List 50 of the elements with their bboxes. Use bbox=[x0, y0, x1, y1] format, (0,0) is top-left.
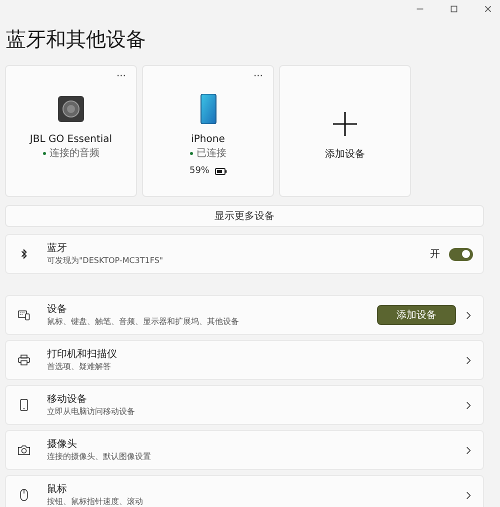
plus-icon bbox=[332, 111, 358, 137]
chevron-right-icon bbox=[466, 356, 471, 364]
device-card[interactable]: ··· iPhone 已连接 59% bbox=[142, 65, 274, 197]
toggle-state-label: 开 bbox=[430, 248, 440, 261]
device-name: 添加设备 bbox=[325, 148, 365, 161]
battery-icon bbox=[214, 168, 226, 174]
row-subtitle: 首选项、疑难解答 bbox=[47, 361, 112, 372]
settings-row[interactable]: 设备 鼠标、键盘、触笔、音频、显示器和扩展坞、其他设备 添加设备 bbox=[5, 295, 484, 335]
more-options-button[interactable]: ··· bbox=[253, 71, 263, 82]
device-card[interactable]: ··· JBL GO Essential 连接的音频 bbox=[5, 65, 137, 197]
row-title: 打印机和扫描仪 bbox=[47, 348, 118, 361]
device-status: 连接的音频 bbox=[50, 146, 100, 160]
bluetooth-title: 蓝牙 bbox=[47, 242, 68, 255]
settings-row[interactable]: 鼠标 按钮、鼠标指针速度、滚动 bbox=[5, 475, 484, 507]
page-title: 蓝牙和其他设备 bbox=[6, 26, 147, 53]
device-status: 已连接 bbox=[196, 146, 226, 160]
settings-row[interactable]: 移动设备 立即从电脑访问移动设备 bbox=[5, 385, 484, 425]
settings-row[interactable]: 摄像头 连接的摄像头、默认图像设置 bbox=[5, 430, 484, 470]
device-card[interactable]: 添加设备 bbox=[279, 65, 411, 197]
row-subtitle: 连接的摄像头、默认图像设置 bbox=[47, 451, 152, 462]
row-title: 移动设备 bbox=[47, 393, 88, 406]
chevron-right-icon bbox=[466, 490, 471, 500]
bluetooth-subtitle: 可发现为"DESKTOP-MC3T1FS" bbox=[47, 255, 164, 266]
row-subtitle: 按钮、鼠标指针速度、滚动 bbox=[47, 496, 144, 507]
mouse-icon bbox=[18, 489, 30, 501]
row-title: 设备 bbox=[47, 303, 68, 316]
device-name: JBL GO Essential bbox=[30, 134, 112, 145]
row-subtitle: 鼠标、键盘、触笔、音频、显示器和扩展坞、其他设备 bbox=[47, 316, 240, 327]
device-name: iPhone bbox=[191, 134, 225, 145]
keyboard-icon bbox=[18, 309, 30, 321]
maximize-icon[interactable] bbox=[450, 5, 458, 13]
settings-row[interactable]: 打印机和扫描仪 首选项、疑难解答 bbox=[5, 340, 484, 380]
speaker-icon bbox=[58, 94, 84, 124]
printer-icon bbox=[18, 354, 30, 366]
add-device-button[interactable]: 添加设备 bbox=[377, 305, 456, 325]
phone-icon bbox=[18, 399, 30, 411]
chevron-right-icon bbox=[466, 310, 471, 320]
close-icon[interactable] bbox=[484, 5, 492, 13]
more-options-button[interactable]: ··· bbox=[116, 71, 126, 82]
camera-icon bbox=[18, 444, 30, 456]
bluetooth-toggle[interactable] bbox=[449, 248, 473, 260]
status-dot bbox=[190, 152, 192, 154]
chevron-right-icon bbox=[466, 400, 471, 410]
show-more-devices-button[interactable]: 显示更多设备 bbox=[5, 205, 484, 227]
row-title: 鼠标 bbox=[47, 483, 68, 496]
status-dot bbox=[42, 152, 46, 154]
battery-percent: 59% bbox=[189, 166, 210, 176]
chevron-right-icon bbox=[466, 446, 471, 454]
row-title: 摄像头 bbox=[47, 438, 78, 451]
row-subtitle: 立即从电脑访问移动设备 bbox=[47, 406, 136, 417]
